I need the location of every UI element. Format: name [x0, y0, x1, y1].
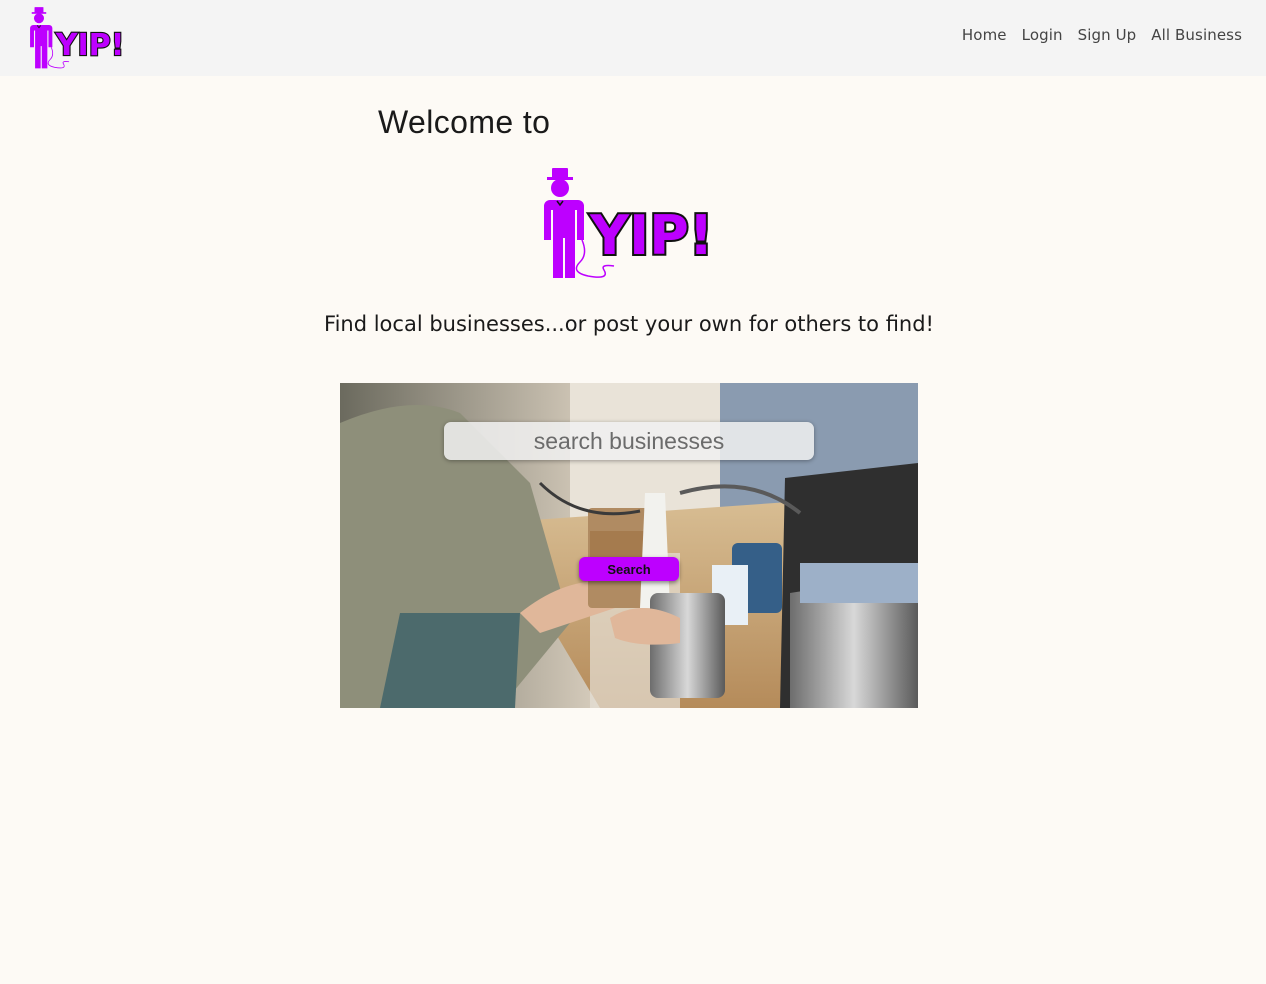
hero-yip-logo: YIP!	[542, 168, 715, 278]
nav-signup-link[interactable]: Sign Up	[1078, 26, 1137, 44]
nav-all-business-link[interactable]: All Business	[1151, 26, 1242, 44]
nav-home-link[interactable]: Home	[962, 26, 1007, 44]
welcome-heading: Welcome to	[378, 104, 551, 140]
hero-search-panel: Search	[340, 383, 918, 708]
svg-text:YIP!: YIP!	[55, 28, 125, 63]
yip-logo[interactable]: YIP!	[22, 6, 134, 74]
search-button[interactable]: Search	[579, 557, 679, 581]
nav-links: Home Login Sign Up All Business	[962, 26, 1242, 44]
search-input[interactable]	[444, 422, 814, 460]
nav-login-link[interactable]: Login	[1022, 26, 1063, 44]
svg-text:YIP!: YIP!	[589, 204, 713, 267]
tagline: Find local businesses...or post your own…	[324, 312, 934, 336]
navbar: YIP! Home Login Sign Up All Business	[0, 0, 1266, 76]
